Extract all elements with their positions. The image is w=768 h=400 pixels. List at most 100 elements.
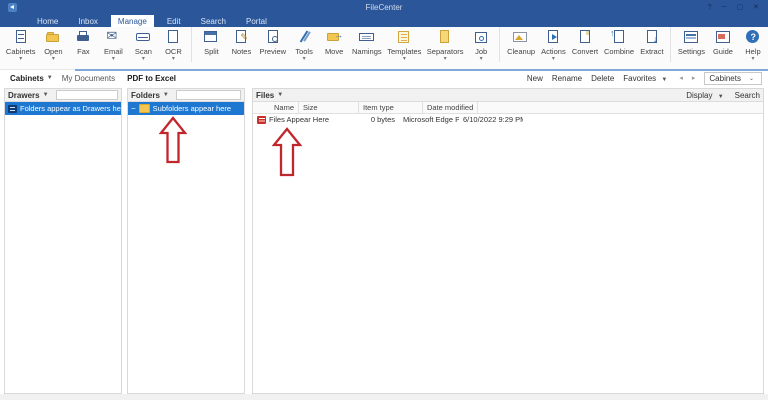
pdf-file-icon (257, 115, 266, 124)
split-icon (202, 29, 220, 45)
help-button[interactable]: Help ▾ (738, 27, 768, 62)
printer-icon (74, 29, 92, 45)
folders-panel-header: Folders ▼ (128, 89, 244, 102)
item-type-column-header[interactable]: Item type (359, 102, 423, 113)
ribbon-item-label: Preview (259, 47, 287, 56)
preview-button[interactable]: Preview ▾ (256, 27, 289, 62)
open-button[interactable]: Open ▾ (38, 27, 68, 62)
edit-tab[interactable]: Edit (160, 15, 188, 27)
folder-tree-item-selected[interactable]: − Subfolders appear here (128, 102, 244, 115)
display-button[interactable]: Display ▼ (686, 91, 726, 100)
favorites-button[interactable]: Favorites ▼ (623, 74, 670, 83)
help-icon (744, 29, 762, 45)
search-tab[interactable]: Search (194, 15, 233, 27)
settings-button[interactable]: Settings ▾ (669, 27, 708, 62)
folders-search-input[interactable] (175, 90, 241, 100)
notes-button[interactable]: Notes ▾ (226, 27, 256, 62)
chevron-down-icon: ▾ (141, 56, 145, 62)
portal-tab[interactable]: Portal (239, 15, 274, 27)
cabinets-button[interactable]: Cabinets ▾ (3, 27, 38, 62)
ribbon-item-label: Move (324, 47, 344, 56)
home-tab[interactable]: Home (30, 15, 65, 27)
red-up-arrow-annotation-files (272, 127, 302, 177)
close-window-button[interactable]: ✕ (753, 3, 759, 13)
rename-button[interactable]: Rename (552, 74, 582, 83)
namings-icon (358, 29, 376, 45)
tree-collapse-icon[interactable]: − (131, 104, 136, 113)
filecenter-window: FileCenter ? ─ ▢ ✕ Home Inbox Manage Edit Searc… (0, 0, 768, 400)
nav-forward-icon[interactable]: ▸ (692, 74, 696, 82)
separators-button[interactable]: Separators ▾ (424, 27, 466, 62)
maximize-window-button[interactable]: ▢ (737, 3, 744, 13)
drawer-item-label: Folders appear as Drawers here (20, 104, 121, 113)
chevron-down-icon[interactable]: ▼ (163, 92, 169, 98)
fax-button[interactable]: Fax ▾ (68, 27, 98, 62)
ribbon-item-label: Separators (426, 47, 464, 56)
job-button[interactable]: Job ▾ (466, 27, 496, 62)
doc-icon (164, 29, 182, 45)
drawer-list-item-selected[interactable]: Folders appear as Drawers here (5, 102, 121, 115)
ribbon-item-label: Guide (712, 47, 733, 56)
move-button[interactable]: Move ▾ (319, 27, 349, 62)
nav-back-icon[interactable]: ◂ (679, 74, 683, 82)
ribbon-item-label: Extract (640, 47, 664, 56)
folder-icon (138, 104, 150, 113)
chevron-down-icon: ▼ (717, 93, 724, 100)
help-window-button[interactable]: ? (708, 3, 712, 13)
separator-icon (436, 29, 454, 45)
ribbon-item-label: Cleanup (507, 47, 536, 56)
drawers-search-input[interactable] (55, 90, 118, 100)
file-date-modified: 6/10/2022 9:29 PM (463, 115, 523, 124)
folder-item-label: Subfolders appear here (152, 104, 232, 113)
chevron-down-icon: ▾ (443, 56, 447, 62)
file-row[interactable]: Files Appear Here 0 bytes Microsoft Edge… (253, 114, 763, 125)
file-item-type: Microsoft Edge PD... (403, 115, 459, 124)
cleanup-button[interactable]: Cleanup ▾ (499, 27, 538, 62)
drawer-cabinet-icon (8, 104, 17, 113)
new-button[interactable]: New (527, 74, 543, 83)
window-title: FileCenter (365, 3, 403, 12)
cabinets-menu-button[interactable]: Cabinets (10, 74, 44, 83)
my-documents-location-tab[interactable]: My Documents (56, 70, 121, 86)
actions-button[interactable]: Actions ▾ (538, 27, 569, 62)
convert-button[interactable]: Convert ▾ (569, 27, 601, 62)
name-column-header[interactable]: Name (253, 102, 299, 113)
email-icon (104, 28, 122, 45)
email-button[interactable]: Email ▾ (98, 27, 128, 62)
namings-button[interactable]: Namings ▾ (349, 27, 384, 62)
tools-button[interactable]: Tools ▾ (289, 27, 319, 62)
cleanup-icon (512, 29, 530, 45)
inbox-tab[interactable]: Inbox (71, 15, 105, 27)
folder-open-icon (44, 29, 62, 45)
ribbon-item-label: Notes (231, 47, 252, 56)
ribbon-item-label: Split (204, 47, 219, 56)
tools-icon (295, 29, 313, 45)
templates-button[interactable]: Templates ▾ (385, 27, 425, 62)
ribbon-item-label: Fax (77, 47, 90, 56)
location-tabs: My Documents PDF to Excel (56, 70, 183, 88)
view-mode-dropdown[interactable]: Cabinets ⌄ (704, 71, 762, 85)
split-button[interactable]: Split ▾ (191, 27, 226, 62)
drawers-title[interactable]: Drawers (8, 91, 40, 100)
doc-convert-icon (576, 29, 594, 45)
guide-button[interactable]: Guide ▾ (708, 27, 738, 62)
delete-button[interactable]: Delete (591, 74, 614, 83)
size-column-header[interactable]: Size (299, 102, 359, 113)
chevron-down-icon: ▾ (19, 56, 23, 62)
scan-button[interactable]: Scan ▾ (128, 27, 158, 62)
date-modified-column-header[interactable]: Date modified (423, 102, 479, 113)
ocr-button[interactable]: OCR ▾ (158, 27, 188, 62)
chevron-down-icon: ▾ (751, 56, 755, 62)
files-title[interactable]: Files (256, 91, 274, 100)
red-up-arrow-annotation-folders (159, 116, 187, 164)
combine-button[interactable]: Combine ▾ (601, 27, 637, 62)
templates-icon (395, 29, 413, 45)
folders-title[interactable]: Folders (131, 91, 160, 100)
search-button[interactable]: Search (735, 91, 760, 100)
chevron-down-icon[interactable]: ▼ (43, 92, 49, 98)
window-controls: ? ─ ▢ ✕ (708, 3, 759, 13)
manage-tab[interactable]: Manage (110, 15, 154, 27)
minimize-window-button[interactable]: ─ (722, 3, 727, 13)
chevron-down-icon[interactable]: ▼ (277, 92, 283, 98)
extract-button[interactable]: Extract ▾ (637, 27, 667, 62)
